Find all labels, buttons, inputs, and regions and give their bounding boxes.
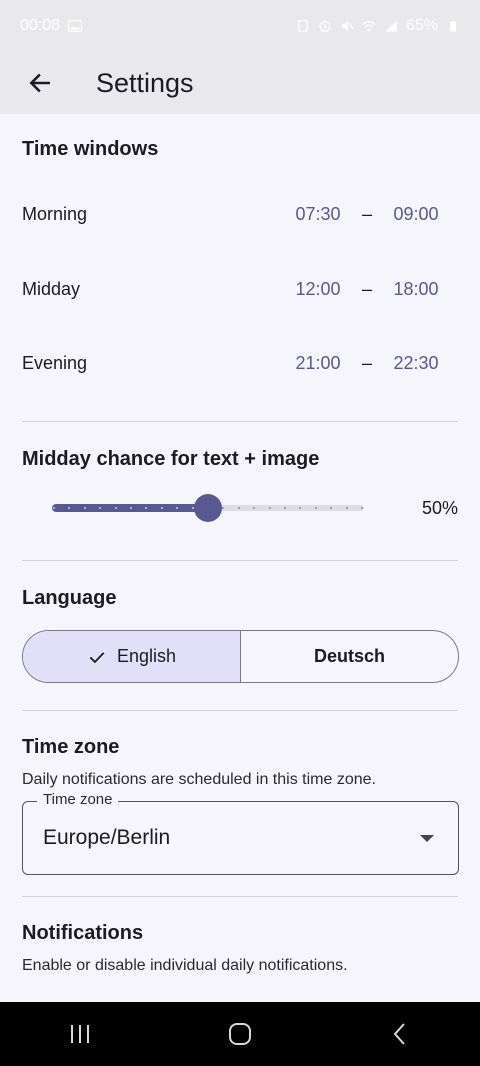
slider-tick	[99, 507, 102, 509]
slider-tick	[361, 507, 363, 509]
time-window-separator: –	[361, 352, 372, 373]
divider	[22, 710, 458, 711]
slider-tick	[68, 507, 71, 509]
time-window-end[interactable]: 09:00	[390, 204, 442, 225]
nfc-icon	[298, 20, 308, 32]
time-window-row-midday: Midday 12:00 – 18:00	[22, 269, 442, 309]
midday-chance-title: Midday chance for text + image	[22, 448, 320, 470]
time-window-row-morning: Morning 07:30 – 09:00	[22, 194, 442, 234]
divider	[22, 560, 458, 561]
slider-tick	[176, 507, 179, 509]
language-option-deutsch[interactable]: Deutsch	[241, 631, 458, 682]
slider-tick	[345, 507, 348, 509]
arrow-left-icon	[29, 73, 50, 93]
home-icon	[229, 1023, 251, 1045]
chevron-left-icon	[393, 1023, 405, 1045]
time-window-start[interactable]: 07:30	[292, 204, 344, 225]
slider-tick	[284, 507, 286, 509]
divider	[22, 896, 458, 897]
slider-tick	[237, 507, 240, 509]
alarm-icon	[319, 21, 331, 32]
slider-tick	[330, 507, 333, 509]
system-nav-bar	[0, 1002, 480, 1066]
slider-tick	[268, 507, 271, 509]
slider-tick	[130, 507, 132, 509]
slider-tick	[83, 507, 86, 509]
slider-tick	[314, 507, 317, 509]
back-button[interactable]	[12, 59, 68, 107]
slider-tick	[114, 507, 117, 509]
time-zone-dropdown[interactable]: Time zone Europe/Berlin	[22, 791, 459, 875]
time-window-label: Midday	[22, 278, 81, 299]
time-window-row-evening: Evening 21:00 – 22:30	[22, 343, 442, 383]
time-window-separator: –	[361, 203, 372, 224]
gallery-icon	[68, 20, 83, 32]
time-window-separator: –	[361, 278, 372, 299]
nav-recents-button[interactable]	[50, 1010, 110, 1058]
midday-chance-slider[interactable]	[52, 494, 364, 522]
time-zone-value: Europe/Berlin	[43, 826, 171, 849]
time-window-label: Evening	[22, 352, 88, 373]
page-title: Settings	[96, 67, 194, 98]
time-window-label: Morning	[22, 203, 88, 224]
settings-content[interactable]: Time windows Morning 07:30 – 09:00 Midda…	[0, 114, 480, 1002]
language-option-label: English	[116, 646, 177, 666]
time-window-end[interactable]: 18:00	[390, 279, 442, 300]
slider-tick	[222, 507, 225, 509]
wifi-icon	[362, 21, 376, 32]
battery-level: 65%	[405, 17, 438, 34]
caret-down-icon	[420, 835, 434, 842]
status-bar: 00:08 65%	[0, 0, 480, 52]
notifications-title: Notifications	[22, 922, 144, 944]
midday-chance-value: 50%	[421, 498, 458, 518]
language-option-english[interactable]: English	[23, 631, 241, 682]
time-windows-title: Time windows	[22, 138, 159, 160]
divider	[22, 421, 458, 422]
time-zone-title: Time zone	[22, 736, 120, 758]
recents-icon	[71, 1025, 89, 1043]
notifications-description: Enable or disable individual daily notif…	[22, 957, 348, 974]
time-window-start[interactable]: 12:00	[292, 279, 344, 300]
language-selector: English Deutsch	[22, 630, 459, 683]
language-option-label: Deutsch	[313, 646, 385, 666]
slider-tick	[299, 507, 302, 509]
language-title: Language	[22, 587, 117, 609]
slider-tick	[253, 507, 256, 509]
time-zone-field-label: Time zone	[37, 791, 119, 808]
time-zone-description: Daily notifications are scheduled in thi…	[22, 771, 376, 788]
nav-home-button[interactable]	[210, 1010, 270, 1058]
slider-thumb[interactable]	[194, 494, 222, 522]
slider-tick	[160, 507, 163, 509]
time-window-end[interactable]: 22:30	[390, 353, 442, 374]
status-time: 00:08	[20, 17, 61, 34]
check-icon	[89, 651, 105, 663]
nav-back-button[interactable]	[370, 1010, 430, 1058]
battery-icon	[450, 21, 456, 32]
mute-icon	[341, 21, 354, 31]
signal-icon	[385, 20, 397, 32]
time-window-start[interactable]: 21:00	[292, 353, 344, 374]
app-bar: Settings	[0, 52, 480, 114]
slider-tick	[145, 507, 148, 509]
slider-tick	[53, 507, 55, 509]
